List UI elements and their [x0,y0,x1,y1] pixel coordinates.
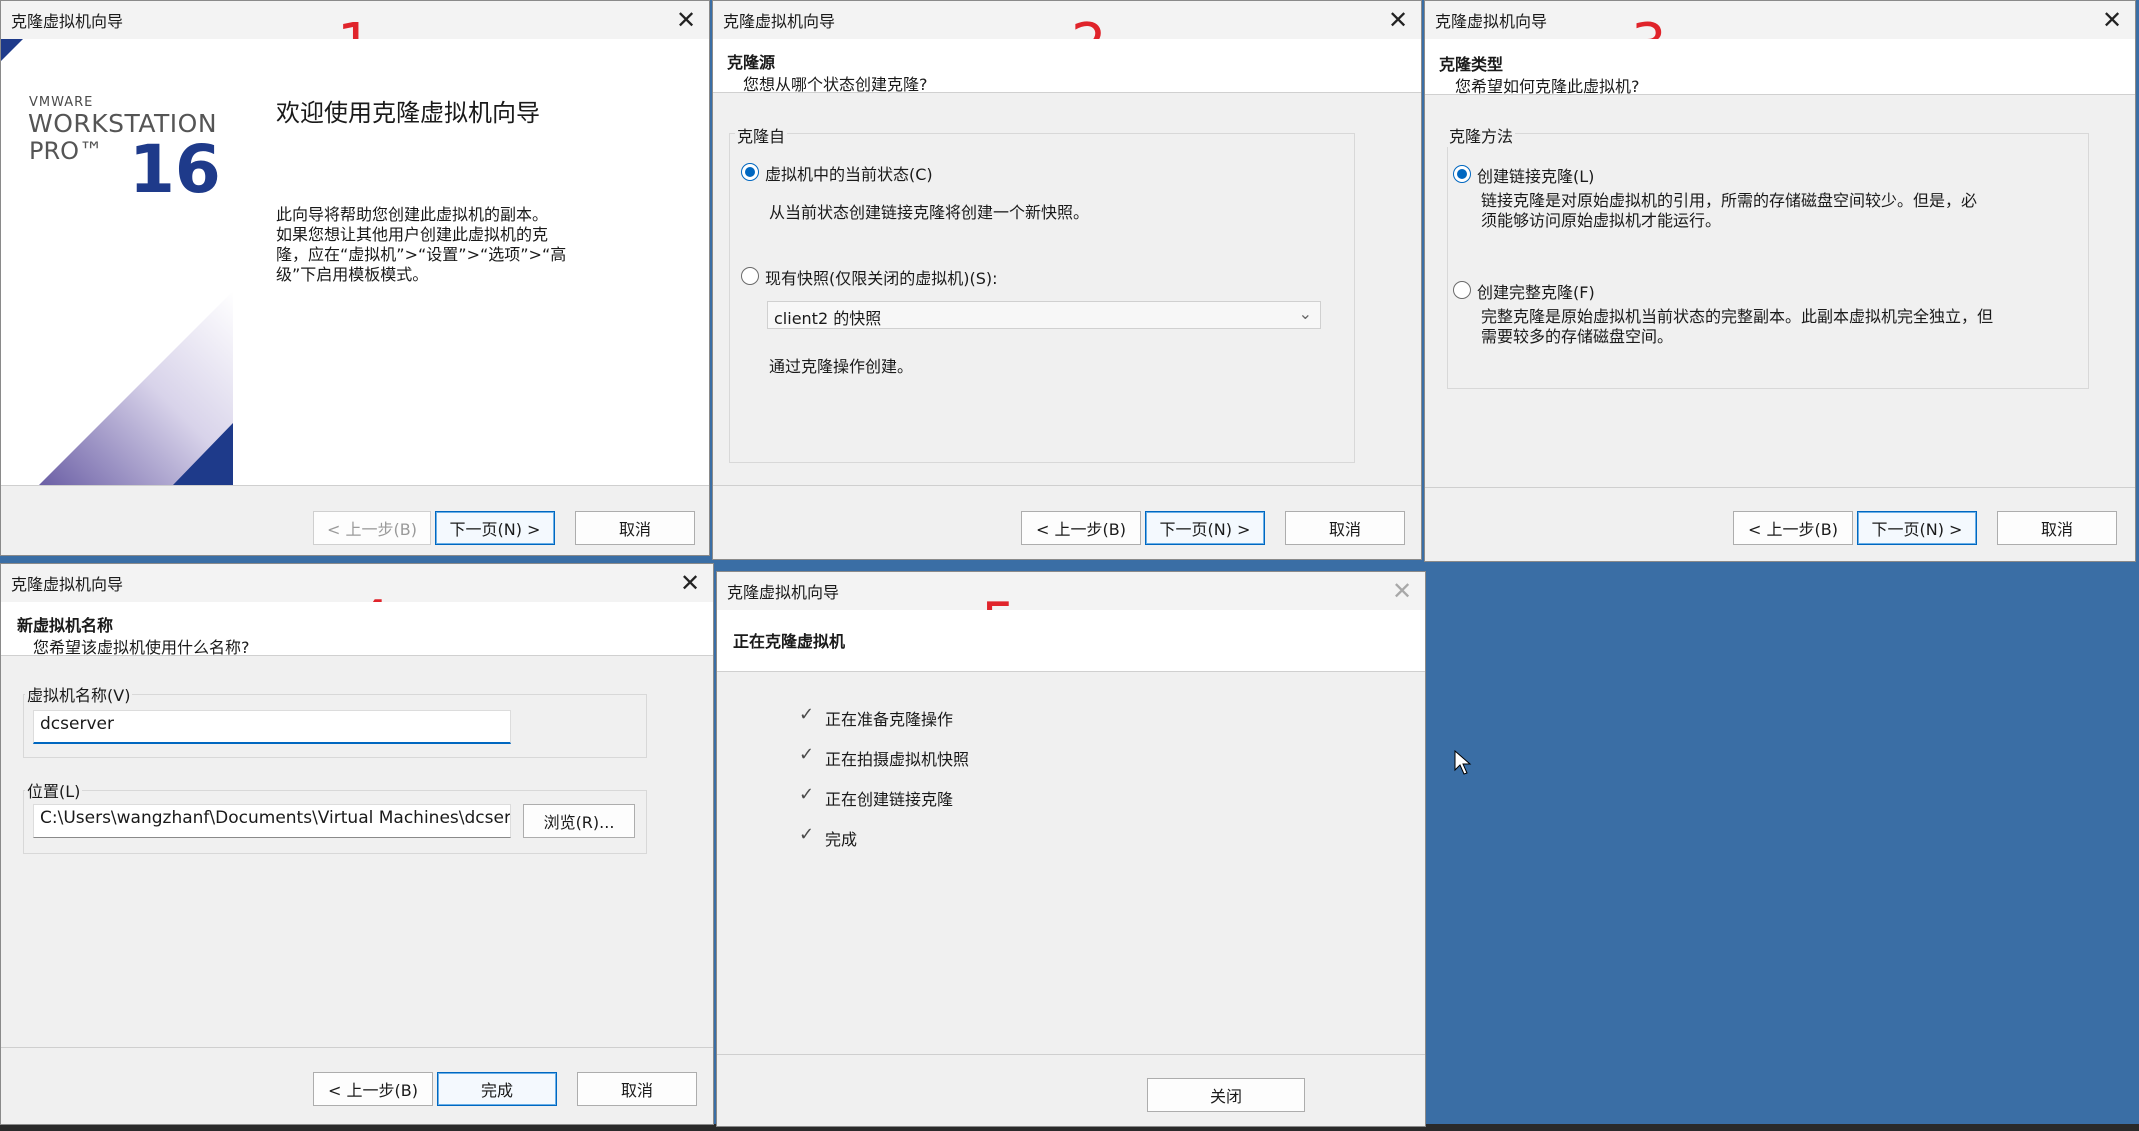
vm-name-input[interactable]: dcserver [33,710,511,744]
cancel-button[interactable]: 取消 [1997,511,2117,545]
existing-snapshot-radio[interactable] [741,267,759,285]
footer-divider [1425,487,2135,488]
brand-version: 16 [129,131,221,208]
footer-divider [713,485,1421,486]
next-button[interactable]: 下一页(N) > [1857,511,1977,545]
cancel-button[interactable]: 取消 [575,511,695,545]
full-clone-desc-line-2: 需要较多的存储磁盘空间。 [1481,327,1674,346]
snapshot-desc: 通过克隆操作创建。 [769,357,914,376]
back-button[interactable]: < 上一步(B) [313,511,431,545]
snapshot-select[interactable]: client2 的快照 ⌄ [767,301,1321,329]
close-icon: ✕ [1391,577,1413,605]
back-button[interactable]: < 上一步(B) [1733,511,1853,545]
close-icon[interactable]: ✕ [1385,7,1411,33]
progress-step: 正在准备克隆操作 [825,710,954,729]
vm-name-label: 虚拟机名称(V) [25,682,133,706]
header-title: 正在克隆虚拟机 [733,632,846,651]
location-label: 位置(L) [25,778,83,802]
clone-wizard-welcome-dialog: 克隆虚拟机向导 ✕ 1 VMWARE WORKSTATION PRO™ [0,0,710,556]
chevron-down-icon: ⌄ [1298,304,1312,323]
clone-from-label: 克隆自 [735,123,788,147]
location-input[interactable]: C:\Users\wangzhanf\Documents\Virtual Mac… [33,804,511,838]
welcome-desc-line-4: 级”下启用模板模式。 [276,265,429,284]
check-icon: ✓ [799,824,815,845]
full-clone-label[interactable]: 创建完整克隆(F) [1477,279,1595,303]
clone-method-label: 克隆方法 [1447,123,1516,147]
close-icon[interactable]: ✕ [2099,7,2125,33]
current-state-radio[interactable] [741,163,759,181]
close-icon[interactable]: ✕ [677,570,703,596]
brand-vmware: VMWARE [29,95,94,110]
welcome-heading: 欢迎使用克隆虚拟机向导 [276,99,540,127]
welcome-content: VMWARE WORKSTATION PRO™ 16 欢迎使用克隆虚拟机向导 此… [1,39,709,485]
check-icon: ✓ [799,784,815,805]
title-bar[interactable]: 克隆虚拟机向导 [713,1,1421,39]
full-clone-radio[interactable] [1453,281,1471,299]
progress-step: 正在创建链接克隆 [825,790,954,809]
title-bar[interactable]: 克隆虚拟机向导 [1425,1,2135,39]
title-bar[interactable]: 克隆虚拟机向导 [717,572,1425,610]
wizard-header: 正在克隆虚拟机 [717,610,1425,672]
browse-button[interactable]: 浏览(R)... [523,804,635,838]
new-vm-name-dialog: 克隆虚拟机向导 ✕ 4 新虚拟机名称 您希望该虚拟机使用什么名称? 虚拟机名称(… [0,563,714,1125]
header-title: 克隆类型 [1439,55,1504,74]
close-icon[interactable]: ✕ [673,7,699,33]
existing-snapshot-label[interactable]: 现有快照(仅限关闭的虚拟机)(S): [765,265,998,289]
cloning-progress-dialog: 克隆虚拟机向导 ✕ 5 正在克隆虚拟机 ✓ 正在准备克隆操作 ✓ 正在拍摄虚拟机… [716,571,1426,1127]
back-button[interactable]: < 上一步(B) [1021,511,1141,545]
window-title: 克隆虚拟机向导 [1435,12,1548,31]
back-button[interactable]: < 上一步(B) [313,1072,433,1106]
footer-divider [1,1047,713,1048]
cancel-button[interactable]: 取消 [577,1072,697,1106]
linked-clone-label[interactable]: 创建链接克隆(L) [1477,163,1594,187]
header-subtitle: 您想从哪个状态创建克隆? [743,75,928,94]
linked-clone-desc-line-2: 须能够访问原始虚拟机才能运行。 [1481,211,1722,230]
wizard-header: 克隆源 您想从哪个状态创建克隆? [713,39,1421,94]
brand-pro: PRO™ [29,137,104,165]
next-button[interactable]: 下一页(N) > [435,511,555,545]
linked-clone-radio[interactable] [1453,165,1471,183]
current-state-desc: 从当前状态创建链接克隆将创建一个新快照。 [769,203,1090,222]
footer-divider [1,485,709,486]
mouse-cursor-icon [1454,750,1472,775]
finish-button[interactable]: 完成 [437,1072,557,1106]
vmware-brand-panel: VMWARE WORKSTATION PRO™ 16 [1,39,233,485]
current-state-label[interactable]: 虚拟机中的当前状态(C) [765,161,933,185]
progress-step: 完成 [825,830,858,849]
next-button[interactable]: 下一页(N) > [1145,511,1265,545]
footer-divider [717,1054,1425,1055]
header-title: 克隆源 [727,53,776,72]
clone-source-dialog: 克隆虚拟机向导 ✕ 2 克隆源 您想从哪个状态创建克隆? 克隆自 虚拟机中的当前… [712,0,1422,560]
clone-type-dialog: 克隆虚拟机向导 ✕ 3 克隆类型 您希望如何克隆此虚拟机? 克隆方法 创建链接克… [1424,0,2136,562]
window-title: 克隆虚拟机向导 [727,583,840,602]
header-title: 新虚拟机名称 [17,616,114,635]
header-subtitle: 您希望如何克隆此虚拟机? [1455,77,1640,96]
header-subtitle: 您希望该虚拟机使用什么名称? [33,638,250,657]
progress-step: 正在拍摄虚拟机快照 [825,750,970,769]
wizard-header: 新虚拟机名称 您希望该虚拟机使用什么名称? [1,602,713,657]
close-button[interactable]: 关闭 [1147,1078,1305,1112]
check-icon: ✓ [799,744,815,765]
wizard-header: 克隆类型 您希望如何克隆此虚拟机? [1425,39,2135,96]
check-icon: ✓ [799,704,815,725]
cancel-button[interactable]: 取消 [1285,511,1405,545]
snapshot-select-value: client2 的快照 [774,309,882,328]
